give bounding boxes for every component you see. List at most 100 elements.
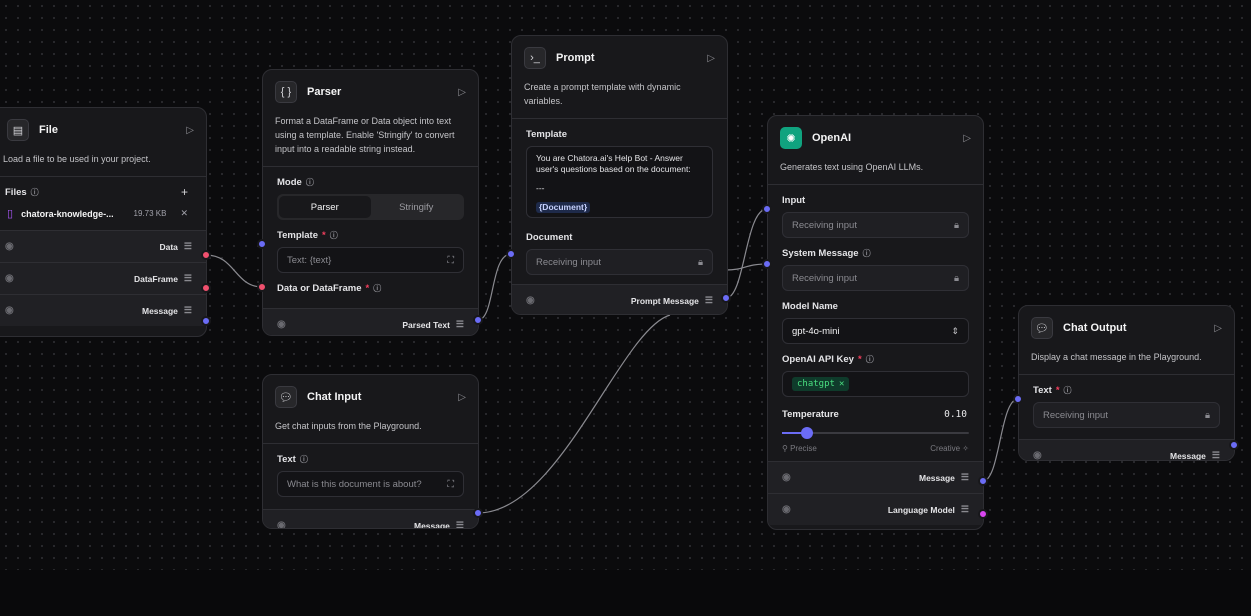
file-dataframe-handle[interactable] [201,283,211,293]
system-message-label: System Message ⓘ [782,248,871,259]
template-separator: --- [536,183,545,193]
text-label: Text * ⓘ [1033,385,1072,396]
eye-icon[interactable]: ◉ [277,319,286,330]
file-list-item[interactable]: ▯ chatora-knowledge-... 19.73 KB ✕ [0,203,206,230]
node-title: OpenAI [812,132,852,144]
template-label: Template [526,129,568,140]
parser-data-handle[interactable] [257,282,267,292]
play-icon[interactable]: ▷ [458,392,466,403]
data-label: Data or DataFrame * ⓘ [277,283,382,294]
file-name: chatora-knowledge-... [21,208,114,219]
model-select[interactable]: gpt-4o-mini ⇕ [782,318,969,344]
play-icon[interactable]: ▷ [1214,323,1222,334]
openai-logo-icon: ✺ [780,127,802,149]
eye-icon[interactable]: ◉ [526,295,535,306]
close-icon: ✕ [838,379,845,389]
parser-node[interactable]: { } Parser ▷ Format a DataFrame or Data … [262,69,479,336]
node-description: Format a DataFrame or Data object into t… [275,116,455,154]
play-icon[interactable]: ▷ [963,133,971,144]
prompt-document-handle[interactable] [506,249,516,259]
mode-option-stringify[interactable]: Stringify [371,196,463,218]
node-title: Prompt [556,52,595,64]
chat-output-text-handle[interactable] [1013,394,1023,404]
mode-option-parser[interactable]: Parser [279,196,371,218]
file-data-handle[interactable] [201,250,211,260]
output-message: ◉ Message ☰ [263,509,478,528]
chat-text-input[interactable]: What is this document is about? ⛶ [277,471,464,497]
expand-icon[interactable]: ⛶ [447,479,454,490]
files-label: Files ⓘ [5,186,39,198]
template-label: Template * ⓘ [277,230,338,241]
output-dataframe: ◉ DataFrame ☰ [0,262,206,294]
lines-icon: ☰ [704,295,713,305]
temperature-label: Temperature [782,409,839,420]
remove-file-icon[interactable]: ✕ [180,208,188,219]
file-icon: ▤ [7,119,29,141]
openai-system-handle[interactable] [762,259,772,269]
chat-output-node[interactable]: 💬︎ Chat Output ▷ Display a chat message … [1018,305,1235,461]
file-node[interactable]: ▤ File ▷ Load a file to be used in your … [0,107,207,337]
lines-icon: ☰ [183,241,192,251]
lock-icon: 🔒︎ [953,219,959,231]
file-message-handle[interactable] [201,316,211,326]
document-icon: ▯ [7,208,14,220]
parser-output-handle[interactable] [473,315,483,325]
chat-output-message-handle[interactable] [1229,440,1239,450]
node-description: Load a file to be used in your project. [3,154,151,164]
node-title: File [39,124,58,136]
api-key-label: OpenAI API Key * ⓘ [782,354,874,365]
model-name-label: Model Name [782,301,838,312]
lines-icon: ☰ [183,305,192,315]
chat-input-node[interactable]: 💬︎ Chat Input ▷ Get chat inputs from the… [262,374,479,529]
temperature-value: 0.10 [944,409,967,420]
play-icon[interactable]: ▷ [186,125,194,136]
output-message: ◉ Message ☰ [1019,439,1234,460]
mode-label: Mode ⓘ [277,177,314,188]
eye-icon[interactable]: ◉ [782,472,791,483]
eye-icon[interactable]: ◉ [1033,450,1042,460]
openai-language-model-handle[interactable] [978,509,988,519]
terminal-icon: ›_ [524,47,546,69]
openai-input-handle[interactable] [762,204,772,214]
template-input[interactable]: Text: {text} ⛶ [277,247,464,273]
node-title: Chat Output [1063,322,1127,334]
openai-message-handle[interactable] [978,476,988,486]
info-icon: ⓘ [30,187,39,197]
output-data: ◉ Data ☰ [0,230,206,262]
parser-template-handle[interactable] [257,239,267,249]
lines-icon: ☰ [183,273,192,283]
chevron-updown-icon: ⇕ [951,325,959,336]
play-icon[interactable]: ▷ [707,53,715,64]
bottom-overlay [0,570,1251,616]
eye-icon[interactable]: ◉ [782,504,791,515]
eye-icon[interactable]: ◉ [5,273,14,284]
eye-icon[interactable]: ◉ [277,520,286,528]
slider-thumb[interactable] [801,427,813,439]
document-label: Document [526,232,573,243]
file-size: 19.73 KB [133,209,167,218]
expand-icon[interactable]: ⛶ [447,255,454,266]
eye-icon[interactable]: ◉ [5,241,14,252]
output-message: ◉ Message ☰ [768,461,983,493]
prompt-output-handle[interactable] [721,293,731,303]
mode-toggle[interactable]: Parser Stringify [277,194,464,220]
node-title: Parser [307,86,342,98]
output-parsed-text: ◉ Parsed Text ☰ [263,308,478,335]
chat-output-text-field: Receiving input 🔒︎ [1033,402,1220,428]
temperature-slider[interactable] [782,426,969,440]
api-key-input[interactable]: chatgpt ✕ [782,371,969,397]
node-title: Chat Input [307,391,362,403]
chat-input-output-handle[interactable] [473,508,483,518]
system-message-field: Receiving input 🔒︎ [782,265,969,291]
template-textarea[interactable]: You are Chatora.ai's Help Bot - Answer u… [526,146,713,218]
openai-node[interactable]: ✺ OpenAI ▷ Generates text using OpenAI L… [767,115,984,530]
output-prompt-message: ◉ Prompt Message ☰ [512,284,727,314]
add-file-icon[interactable]: + [181,185,188,199]
text-label: Text ⓘ [277,454,308,465]
lines-icon: ☰ [960,504,969,514]
prompt-node[interactable]: ›_ Prompt ▷ Create a prompt template wit… [511,35,728,315]
play-icon[interactable]: ▷ [458,87,466,98]
openai-input-field: Receiving input 🔒︎ [782,212,969,238]
eye-icon[interactable]: ◉ [5,305,14,316]
api-key-chip[interactable]: chatgpt ✕ [792,377,850,391]
